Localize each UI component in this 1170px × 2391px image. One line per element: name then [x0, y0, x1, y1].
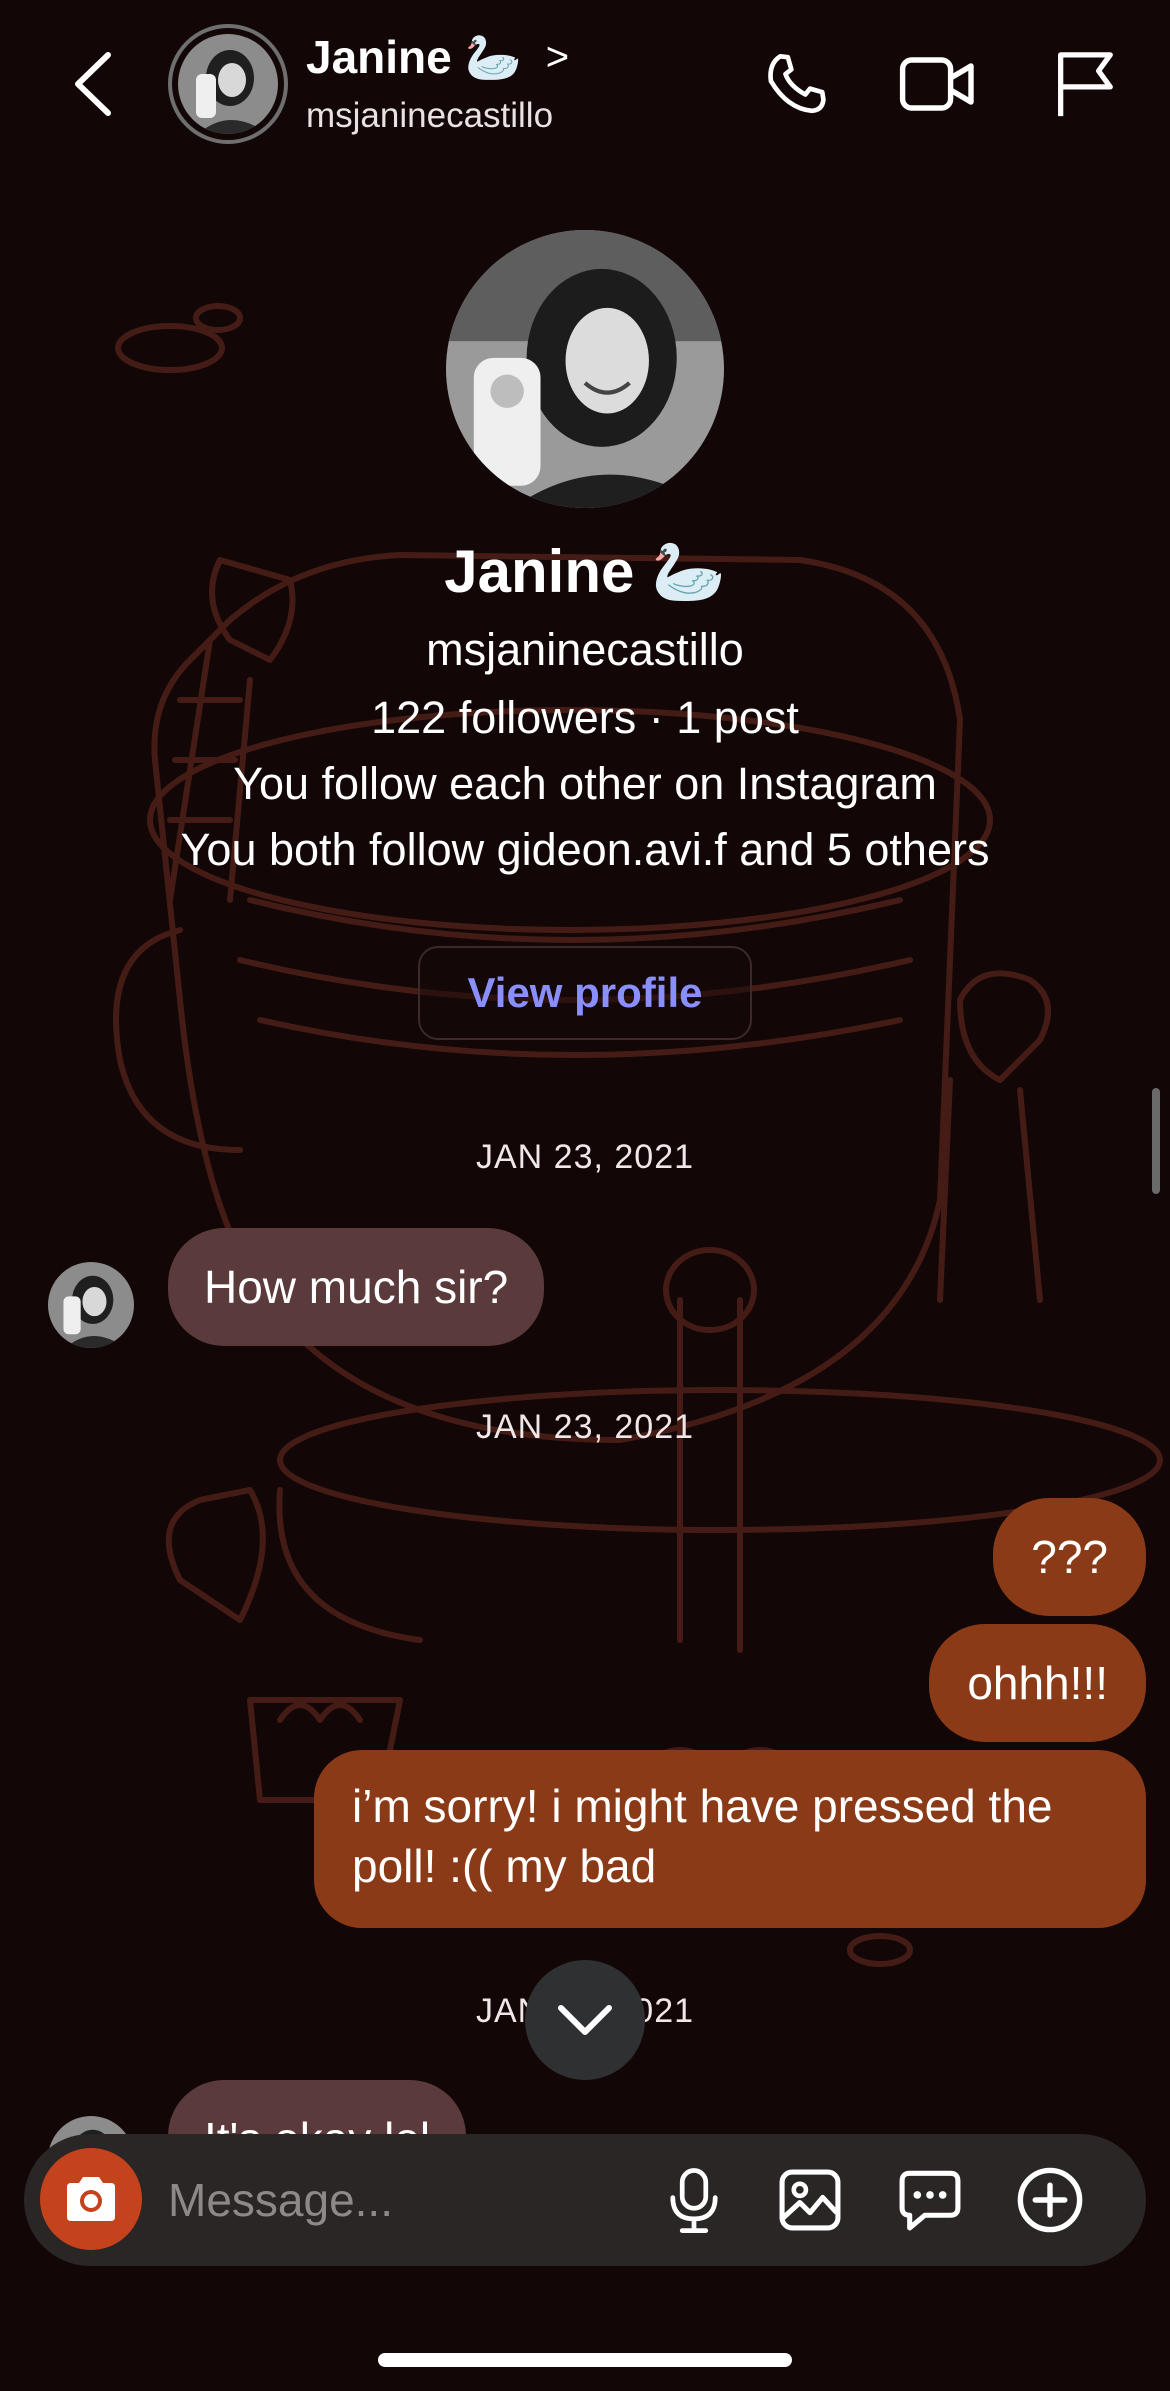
- profile-username: msjaninecastillo: [426, 624, 744, 675]
- avatar-photo: [48, 1262, 134, 1348]
- chevron-down-icon: [558, 2005, 612, 2035]
- sticker-button[interactable]: [890, 2160, 970, 2240]
- date-separator: JAN 23, 2021: [475, 1408, 695, 1446]
- avatar-photo: [178, 34, 278, 134]
- header-contact-name[interactable]: Janine 🦢 >: [306, 30, 569, 85]
- video-call-button[interactable]: [898, 44, 978, 124]
- home-indicator[interactable]: [378, 2353, 792, 2367]
- more-options-button[interactable]: [1010, 2160, 1090, 2240]
- header-username: msjaninecastillo: [306, 96, 554, 135]
- report-button[interactable]: [1044, 44, 1124, 124]
- profile-avatar[interactable]: [446, 230, 724, 508]
- plus-circle-icon: [1017, 2167, 1083, 2233]
- scroll-to-bottom-button[interactable]: [525, 1960, 645, 2080]
- profile-stats: 122 followers · 1 post: [371, 692, 799, 743]
- gallery-button[interactable]: [770, 2160, 850, 2240]
- message-outgoing[interactable]: ???: [993, 1498, 1146, 1616]
- mutual-followers: You both follow gideon.avi.f and 5 other…: [180, 824, 990, 875]
- chevron-left-icon: [75, 52, 111, 116]
- message-composer: [24, 2134, 1146, 2266]
- view-profile-button[interactable]: View profile: [418, 946, 752, 1040]
- voice-message-button[interactable]: [654, 2160, 734, 2240]
- chat-bubble-icon: [899, 2170, 961, 2231]
- header-avatar[interactable]: [168, 24, 288, 144]
- profile-name: Janine 🦢: [444, 538, 726, 605]
- call-button[interactable]: [756, 44, 836, 124]
- date-separator: JAN 23, 2021: [475, 1138, 695, 1176]
- message-outgoing[interactable]: ohhh!!!: [929, 1624, 1146, 1742]
- back-button[interactable]: [62, 44, 122, 124]
- phone-icon: [768, 53, 826, 114]
- image-icon: [779, 2169, 841, 2231]
- header-name-text: Janine 🦢: [306, 31, 522, 83]
- message-incoming[interactable]: How much sir?: [168, 1228, 545, 1346]
- chat-header: Janine 🦢 > msjaninecastillo: [0, 0, 1170, 160]
- flag-icon: [1058, 52, 1113, 117]
- sender-avatar[interactable]: [48, 1262, 134, 1348]
- scrollbar[interactable]: [1152, 1088, 1160, 1194]
- video-camera-icon: [899, 57, 974, 111]
- camera-button[interactable]: [40, 2148, 142, 2250]
- profile-photo: [446, 230, 724, 508]
- microphone-icon: [670, 2168, 718, 2233]
- message-outgoing[interactable]: i’m sorry! i might have pressed the poll…: [314, 1750, 1146, 1928]
- message-input[interactable]: [168, 2164, 638, 2236]
- header-chevron: >: [545, 35, 570, 79]
- follow-status: You follow each other on Instagram: [233, 758, 937, 809]
- camera-icon: [67, 2177, 115, 2221]
